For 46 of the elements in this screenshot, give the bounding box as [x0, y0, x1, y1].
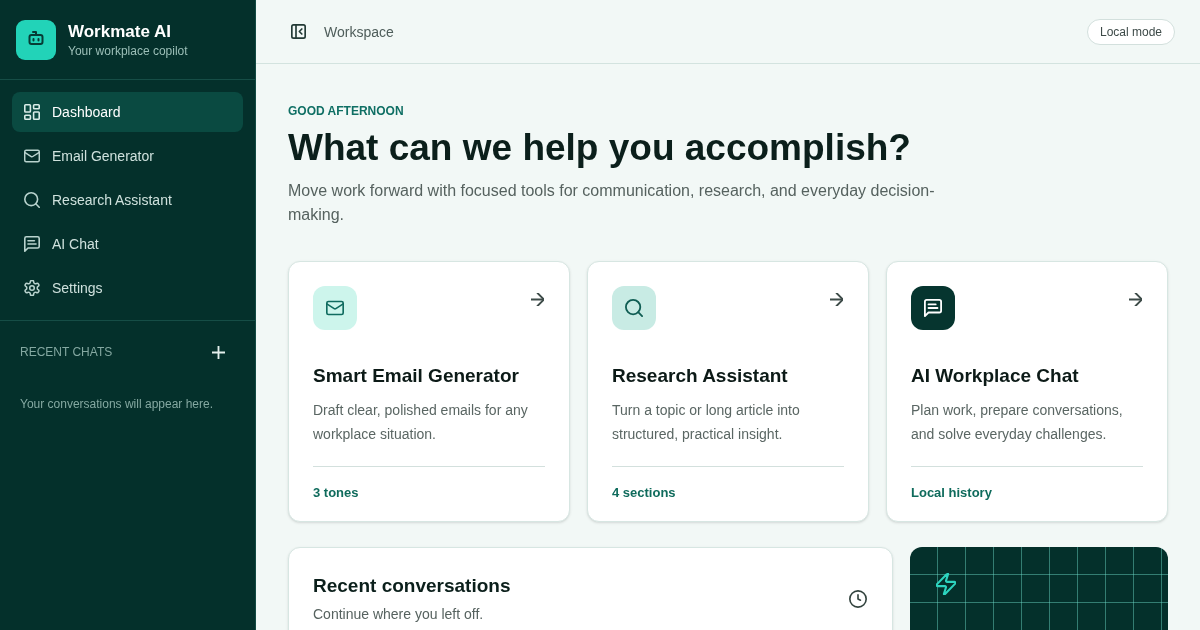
chat-tile-icon: [911, 286, 955, 330]
card-footer-label: 3 tones: [313, 485, 359, 500]
intro-text: Move work forward with focused tools for communication, research, and everyday decision-making.: [288, 181, 936, 225]
panel-collapse-icon: [290, 24, 306, 39]
add-chat-button[interactable]: [210, 344, 226, 360]
sidebar-nav-item[interactable]: AI Chat: [12, 224, 243, 264]
empty-state-text: Your conversations will appear here.: [20, 396, 213, 412]
dashboard-icon: [24, 104, 40, 120]
arrow-right-icon: [531, 293, 544, 306]
sidebar-nav-item[interactable]: Email Generator: [12, 136, 243, 176]
card-title: Research Assistant: [612, 364, 789, 388]
envelope-tile-icon: [313, 286, 357, 330]
sidebar-nav-item[interactable]: Research Assistant: [12, 180, 243, 220]
settings-icon: [24, 280, 40, 296]
page-heading: What can we help you accomplish?: [288, 126, 912, 170]
app-subtitle: Your workplace copilot: [68, 42, 188, 59]
app-title: Workmate AI: [68, 20, 172, 43]
card-description: Turn a topic or long article into structured, practical insight.: [612, 401, 801, 444]
search-icon: [24, 192, 40, 208]
tool-card[interactable]: AI Workplace Chat Plan work, prepare conversations, and solve everyday challenges. Local history: [886, 261, 1168, 522]
card-footer-label: Local history: [911, 485, 992, 500]
arrow-right-icon: [830, 293, 843, 306]
envelope-icon: [24, 148, 40, 164]
lightning-icon: [936, 573, 956, 595]
section-heading: RECENT CHATS: [20, 344, 113, 360]
card-footer-label: 4 sections: [612, 485, 676, 500]
card-title: Recent conversations: [313, 574, 511, 598]
greeting-label: GOOD AFTERNOON: [288, 103, 405, 119]
card-description: Plan work, prepare conversations, and solve everyday challenges.: [911, 401, 1124, 444]
card-title: AI Workplace Chat: [911, 364, 1080, 388]
sidebar-nav-item[interactable]: Dashboard: [12, 92, 243, 132]
sidebar-nav-item[interactable]: Settings: [12, 268, 243, 308]
mode-badge: Local mode: [1086, 18, 1175, 45]
search-tile-icon: [612, 286, 656, 330]
card-description: Draft clear, polished emails for any workplace situation.: [313, 401, 529, 444]
clock-icon: [849, 590, 867, 608]
robot-logo-icon: [16, 19, 56, 60]
sidebar-toggle-button[interactable]: [290, 23, 306, 40]
chat-bubble-icon: [24, 236, 40, 252]
plus-icon: [211, 345, 225, 359]
page-title: Workspace: [324, 22, 394, 42]
card-title: Smart Email Generator: [313, 364, 520, 388]
tool-card[interactable]: Research Assistant Turn a topic or long article into structured, practical insight. 4 sections: [587, 261, 869, 522]
card-subtitle: Continue where you left off.: [313, 605, 485, 624]
tool-card[interactable]: Smart Email Generator Draft clear, polished emails for any workplace situation. 3 tones: [288, 261, 570, 522]
arrow-right-icon: [1129, 293, 1142, 306]
